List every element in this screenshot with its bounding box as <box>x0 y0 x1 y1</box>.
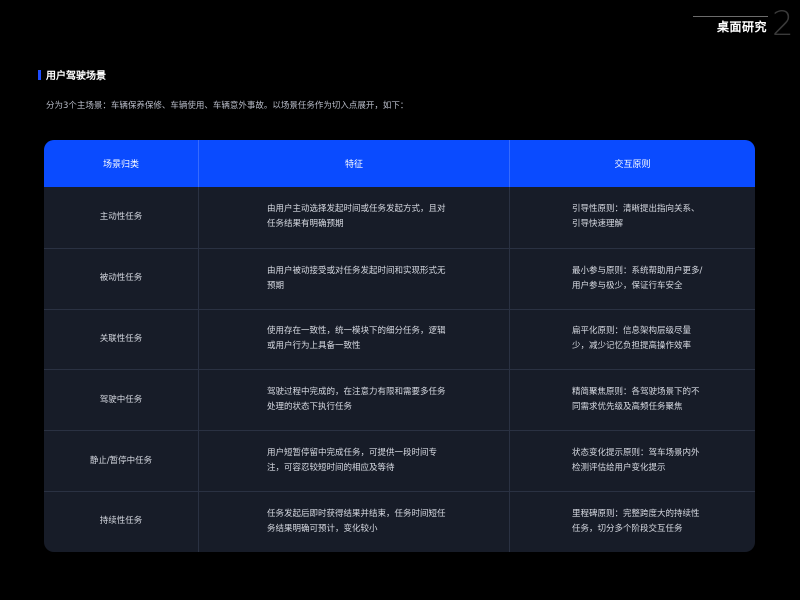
column-header-category: 场景归类 <box>44 140 199 187</box>
page-number: 2 <box>772 4 794 44</box>
cell-principle: 引导性原则：清晰提出指向关系、引导快速理解 <box>572 204 700 230</box>
table-row: 关联性任务 使用存在一致性，统一模块下的细分任务，逻辑或用户行为上具备一致性 扁… <box>44 308 755 370</box>
cell-category: 驾驶中任务 <box>44 370 199 431</box>
table-row: 被动性任务 由用户被动接受或对任务发起时间和实现形式无预期 最小参与原则：系统帮… <box>44 247 755 309</box>
cell-feature: 任务发起后即时获得结果并结束，任务时间短任务结果明确可预计，变化较小 <box>199 491 510 552</box>
table-row: 主动性任务 由用户主动选择发起时间或任务发起方式，且对任务结果有明确预期 引导性… <box>44 187 755 248</box>
column-header-principle: 交互原则 <box>614 160 651 170</box>
cell-feature: 驾驶过程中完成的，在注意力有限和需要多任务处理的状态下执行任务 <box>199 370 510 431</box>
cell-feature: 用户短暂停留中完成任务，可提供一段时间专注，可容忍较短时间的相应及等待 <box>199 431 510 491</box>
cell-principle: 精简聚焦原则：各驾驶场景下的不同需求优先级及高频任务聚焦 <box>572 387 700 413</box>
cell-feature: 由用户被动接受或对任务发起时间和实现形式无预期 <box>199 248 510 309</box>
column-header-feature: 特征 <box>199 140 510 187</box>
section-title: 用户驾驶场景 <box>46 71 106 82</box>
cell-principle: 扁平化原则：信息架构层级尽量少，减少记忆负担提高操作效率 <box>572 326 692 352</box>
table-body: 主动性任务 由用户主动选择发起时间或任务发起方式，且对任务结果有明确预期 引导性… <box>44 187 755 552</box>
cell-feature: 由用户主动选择发起时间或任务发起方式，且对任务结果有明确预期 <box>199 187 510 248</box>
cell-category: 关联性任务 <box>44 309 199 370</box>
table-row: 驾驶中任务 驾驶过程中完成的，在注意力有限和需要多任务处理的状态下执行任务 精简… <box>44 369 755 431</box>
table-header: 场景归类 特征 交互原则 <box>44 140 755 187</box>
scenario-table: 场景归类 特征 交互原则 主动性任务 由用户主动选择发起时间或任务发起方式，且对… <box>44 140 755 552</box>
section-marker <box>38 70 41 80</box>
cell-category: 主动性任务 <box>44 187 199 248</box>
page-header-title: 桌面研究 <box>717 20 768 34</box>
table-row: 持续性任务 任务发起后即时获得结果并结束，任务时间短任务结果明确可预计，变化较小… <box>44 490 755 552</box>
cell-principle: 最小参与原则：系统帮助用户更多/用户参与极少，保证行车安全 <box>572 265 703 291</box>
cell-category: 被动性任务 <box>44 248 199 309</box>
cell-principle: 状态变化提示原则：驾车场景内外检测评估给用户变化提示 <box>572 448 700 474</box>
section-intro: 分为3个主场景：车辆保养保修、车辆使用、车辆意外事故。以场景任务作为切入点展开，… <box>46 101 409 111</box>
cell-category: 静止/暂停中任务 <box>44 431 199 491</box>
cell-feature: 使用存在一致性，统一模块下的细分任务，逻辑或用户行为上具备一致性 <box>199 309 510 370</box>
cell-category: 持续性任务 <box>44 491 199 552</box>
header-divider <box>693 16 768 17</box>
table-row: 静止/暂停中任务 用户短暂停留中完成任务，可提供一段时间专注，可容忍较短时间的相… <box>44 430 755 491</box>
cell-principle: 里程碑原则：完整跨度大的持续性任务，切分多个阶段交互任务 <box>572 508 700 534</box>
